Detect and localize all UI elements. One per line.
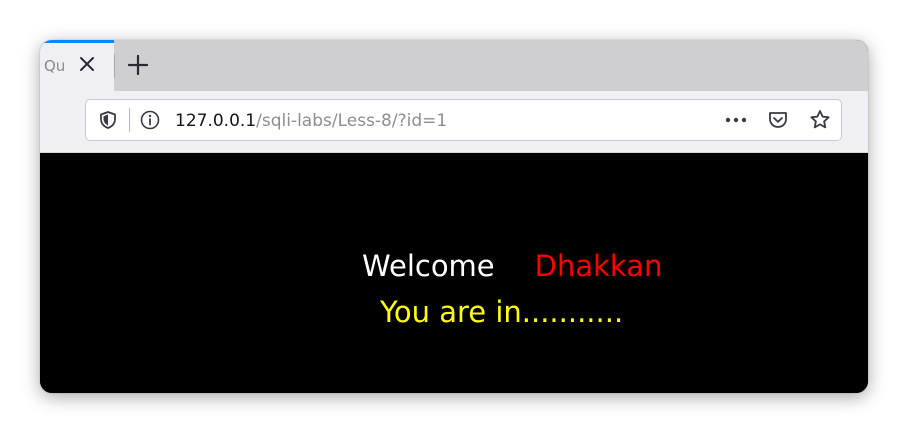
url-bar[interactable]: 127.0.0.1/sqli-labs/Less-8/?id=1 [85,99,842,141]
welcome-line: Welcome Dhakkan [362,247,662,285]
tab-active[interactable]: Qu [40,40,114,91]
tab-title: Qu [44,57,66,75]
tab-separator [114,54,115,78]
url-text[interactable]: 127.0.0.1/sqli-labs/Less-8/?id=1 [175,110,447,132]
browser-window: Qu 127.0.0.1/sqli-labs/Less-8/?id=1 Welc… [40,40,868,393]
more-dots-icon[interactable] [722,109,750,131]
tab-strip: Qu [40,40,868,91]
star-icon[interactable] [808,108,832,132]
welcome-text: Welcome [362,249,495,283]
info-icon[interactable] [139,109,161,131]
page-content: Welcome Dhakkan You are in........... [40,153,868,393]
shield-icon[interactable] [97,109,119,131]
status-message: You are in........... [380,295,624,329]
close-icon[interactable] [76,53,98,75]
navigation-toolbar: 127.0.0.1/sqli-labs/Less-8/?id=1 [40,91,868,153]
url-bar-separator [129,108,130,132]
pocket-icon[interactable] [766,108,790,132]
url-host: 127.0.0.1 [175,111,257,131]
plus-icon[interactable] [126,53,150,77]
user-name: Dhakkan [534,249,663,283]
tab-active-indicator [40,40,114,43]
url-path: /sqli-labs/Less-8/?id=1 [256,111,448,131]
